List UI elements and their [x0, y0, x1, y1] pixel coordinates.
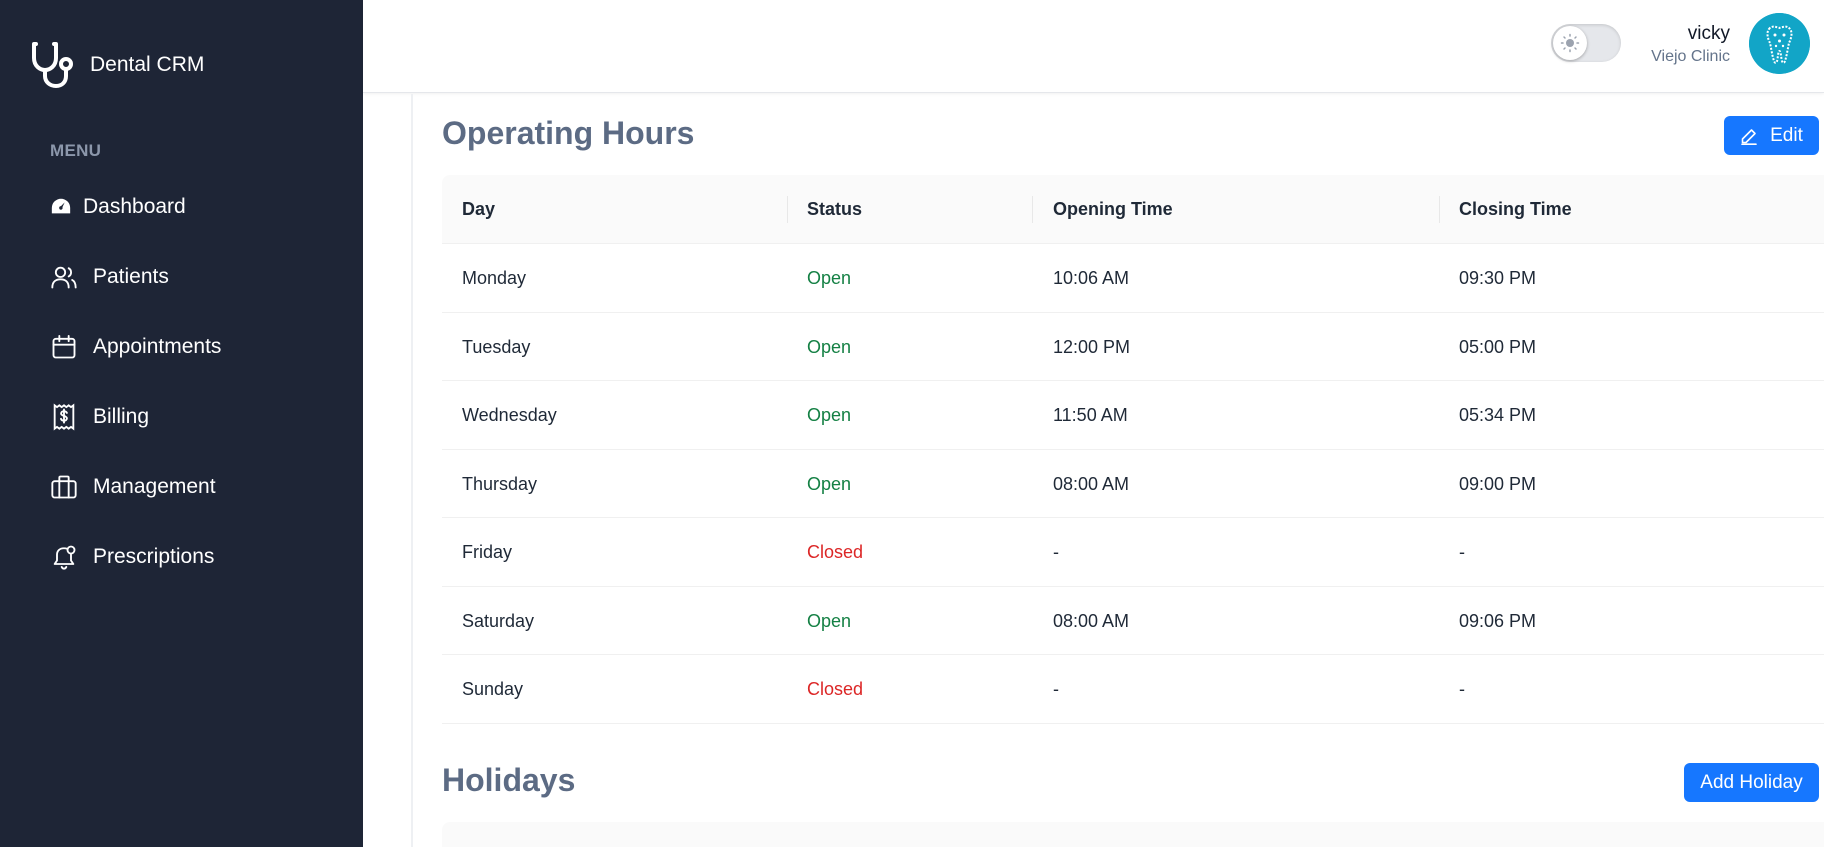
- closing-time-cell: 05:34 PM: [1459, 405, 1537, 425]
- opening-time-cell: 10:06 AM: [1053, 268, 1130, 288]
- holidays-title: Holidays: [442, 762, 576, 798]
- column-separator: [787, 196, 788, 223]
- user-name: vicky: [1687, 23, 1730, 44]
- day-cell: Tuesday: [462, 336, 531, 357]
- status-cell: Open: [807, 336, 852, 357]
- status-cell: Closed: [807, 679, 864, 699]
- status-cell: Open: [807, 268, 852, 288]
- sidebar-item-label: Management: [93, 475, 216, 498]
- tooth-logo-icon: [1749, 13, 1810, 74]
- operating-hours-title: Operating Hours: [442, 115, 695, 151]
- opening-time-cell: -: [1053, 542, 1059, 562]
- column-header-day: Day: [462, 199, 496, 219]
- sidebar: Dental CRM MENU Dashboard Patients Appoi…: [0, 0, 363, 847]
- add-holiday-button-label: Add Holiday: [1700, 771, 1803, 793]
- add-holiday-button[interactable]: Add Holiday: [1684, 763, 1819, 802]
- receipt-dollar-icon: [53, 403, 75, 431]
- day-cell: Friday: [462, 542, 513, 562]
- sidebar-item-label: Prescriptions: [93, 545, 215, 568]
- column-separator: [1032, 196, 1033, 223]
- day-cell: Wednesday: [462, 405, 557, 425]
- sidebar-item-dashboard[interactable]: Dashboard: [50, 195, 186, 219]
- sidebar-item-management[interactable]: Management: [50, 473, 216, 501]
- table-row: Monday Open 10:06 AM 09:30 PM: [442, 244, 1824, 313]
- table-row: Tuesday Open 12:00 PM 05:00 PM: [442, 313, 1824, 381]
- status-cell: Open: [807, 405, 852, 425]
- sidebar-item-appointments[interactable]: Appointments: [50, 333, 221, 361]
- sidebar-item-label: Billing: [93, 405, 150, 428]
- opening-time-cell: 12:00 PM: [1053, 336, 1131, 357]
- column-separator: [1439, 196, 1440, 223]
- table-row: Sunday Closed - -: [442, 655, 1824, 724]
- avatar[interactable]: [1749, 13, 1810, 74]
- day-cell: Monday: [462, 268, 527, 288]
- closing-time-cell: 09:00 PM: [1459, 473, 1537, 494]
- brand-name: Dental CRM: [90, 53, 205, 76]
- column-header-closing-time: Closing Time: [1459, 199, 1572, 219]
- edit-button[interactable]: Edit: [1724, 116, 1819, 155]
- column-header-opening-time: Opening Time: [1053, 199, 1173, 219]
- column-header-status: Status: [807, 199, 863, 219]
- opening-time-cell: 11:50 AM: [1053, 405, 1128, 425]
- table-row: Thursday Open 08:00 AM 09:00 PM: [442, 450, 1824, 518]
- day-cell: Saturday: [462, 610, 535, 631]
- opening-time-cell: 08:00 AM: [1053, 473, 1130, 494]
- sidebar-item-prescriptions[interactable]: Prescriptions: [50, 543, 214, 571]
- theme-toggle[interactable]: [1551, 24, 1621, 62]
- sidebar-item-patients[interactable]: Patients: [50, 263, 169, 291]
- closing-time-cell: -: [1459, 542, 1465, 562]
- closing-time-cell: -: [1459, 679, 1465, 699]
- table-row: Saturday Open 08:00 AM 09:06 PM: [442, 587, 1824, 655]
- edit-button-label: Edit: [1770, 124, 1803, 146]
- users-icon: [51, 266, 77, 289]
- sidebar-item-label: Patients: [93, 265, 169, 288]
- closing-time-cell: 05:00 PM: [1459, 336, 1537, 357]
- day-cell: Thursday: [462, 473, 538, 494]
- toggle-knob: [1553, 26, 1587, 60]
- opening-time-cell: 08:00 AM: [1053, 610, 1130, 631]
- sidebar-item-label: Appointments: [93, 335, 222, 358]
- table-header: Day Status Opening Time Closing Time: [442, 175, 1824, 244]
- opening-time-cell: -: [1053, 679, 1059, 699]
- table-row: Wednesday Open 11:50 AM 05:34 PM: [442, 381, 1824, 450]
- calendar-icon: [52, 334, 76, 359]
- content-divider: [411, 94, 413, 847]
- operating-hours-table: Day Status Opening Time Closing Time Mon…: [442, 175, 1824, 724]
- sidebar-item-label: Dashboard: [83, 195, 186, 218]
- sun-icon: [1560, 33, 1580, 53]
- status-cell: Open: [807, 473, 852, 494]
- table-row: Friday Closed - -: [442, 518, 1824, 587]
- bell-icon: [53, 545, 76, 570]
- closing-time-cell: 09:06 PM: [1459, 610, 1537, 631]
- brand[interactable]: Dental CRM: [30, 40, 204, 90]
- status-cell: Open: [807, 610, 852, 631]
- pencil-icon: [1741, 128, 1757, 145]
- stethoscope-icon: [32, 42, 73, 88]
- dashboard-gauge-icon: [51, 198, 71, 214]
- status-cell: Closed: [807, 542, 864, 562]
- menu-label: MENU: [50, 141, 102, 160]
- briefcase-icon: [51, 475, 77, 499]
- day-cell: Sunday: [462, 679, 524, 699]
- holidays-table-header: [442, 822, 1824, 847]
- closing-time-cell: 09:30 PM: [1459, 268, 1537, 288]
- sidebar-item-billing[interactable]: Billing: [50, 403, 149, 431]
- clinic-name: Viejo Clinic: [1651, 48, 1730, 65]
